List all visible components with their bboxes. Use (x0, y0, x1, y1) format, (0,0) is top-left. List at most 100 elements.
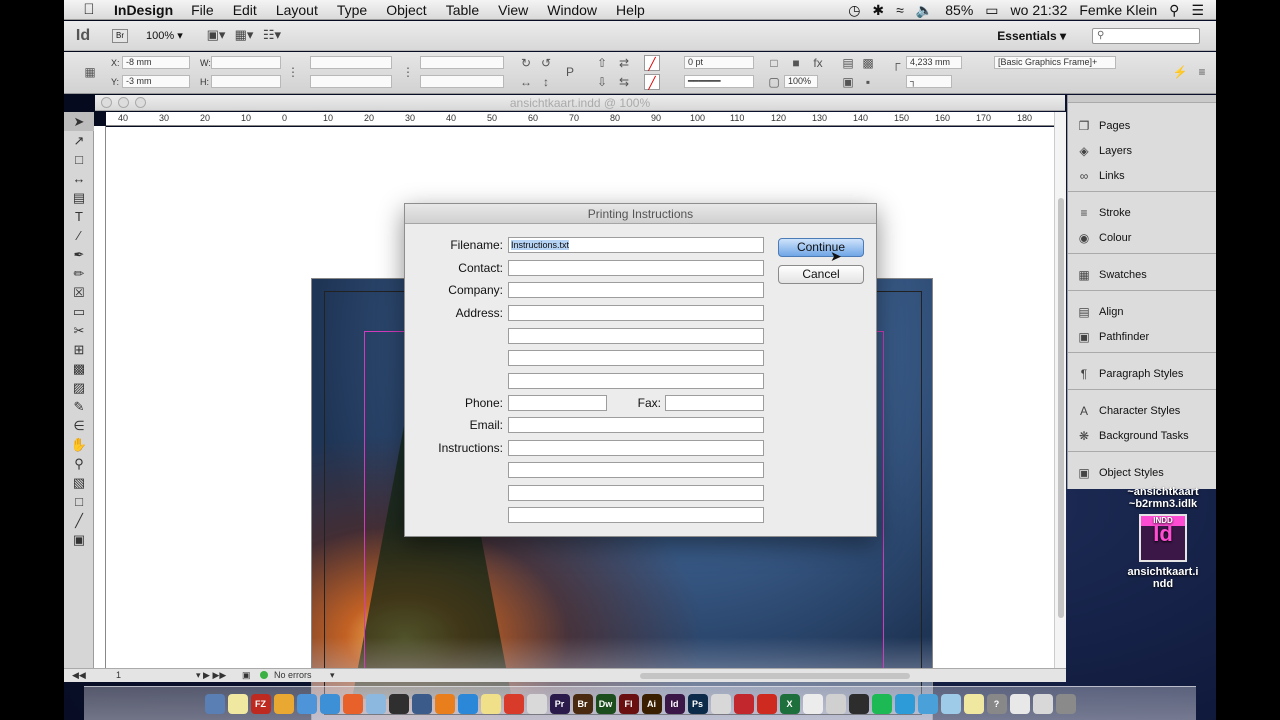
help-search-input[interactable]: ⚲ (1092, 27, 1200, 44)
height-field[interactable] (211, 75, 281, 88)
menu-view[interactable]: View (498, 2, 528, 18)
dock-app-icon[interactable] (273, 693, 294, 714)
continue-button[interactable]: Continue (778, 238, 864, 257)
scale-y-field[interactable] (310, 75, 392, 88)
page-number-field[interactable]: 1 (116, 670, 121, 680)
instructions-field-4[interactable] (508, 507, 764, 523)
gradient-swatch-tool-icon[interactable]: ▩ (64, 359, 94, 378)
hand-tool-icon[interactable]: ✋ (64, 435, 94, 454)
preflight-menu-arrow[interactable]: ▾ (330, 670, 335, 681)
company-field[interactable] (508, 282, 764, 298)
dock-app-icon[interactable]: Ps (687, 693, 708, 714)
dock-app-icon[interactable]: Pr (549, 693, 570, 714)
menu-app-name[interactable]: InDesign (114, 2, 173, 18)
quick-apply-icon[interactable]: ⚡ (1172, 64, 1188, 80)
email-field[interactable] (508, 417, 764, 433)
free-transform-tool-icon[interactable]: ⊞ (64, 340, 94, 359)
dock-app-icon[interactable] (825, 693, 846, 714)
menu-window[interactable]: Window (547, 2, 597, 18)
dock-app-icon[interactable] (457, 693, 478, 714)
panel-pathfinder[interactable]: ▣ Pathfinder (1068, 326, 1216, 348)
first-page-button[interactable]: ◀◀ (72, 670, 86, 681)
rectangle-frame-tool-icon[interactable]: ☒ (64, 283, 94, 302)
drop-shadow-icon[interactable]: □ (766, 55, 782, 71)
stroke-weight-field[interactable]: 0 pt (684, 56, 754, 69)
dock-app-icon[interactable]: FZ (250, 693, 271, 714)
select-container-icon[interactable]: ⇧ (594, 55, 610, 71)
dock-app-icon[interactable] (894, 693, 915, 714)
dock-app-icon[interactable]: Ai (641, 693, 662, 714)
stroke-type-select[interactable]: ━━━━━━ (684, 75, 754, 88)
text-wrap-bounding-icon[interactable]: ▩ (860, 55, 876, 71)
fill-swatch-icon[interactable]: ╱ (644, 55, 660, 71)
vertical-ruler[interactable] (94, 126, 106, 668)
panel-character-styles[interactable]: A Character Styles (1068, 400, 1216, 422)
panel-layers[interactable]: ◈ Layers (1068, 140, 1216, 162)
preflight-status[interactable]: No errors (274, 670, 312, 680)
flip-horizontal-icon[interactable]: ↔ (518, 74, 534, 90)
object-style-select[interactable]: [Basic Graphics Frame]+ (994, 56, 1116, 69)
select-next-icon[interactable]: ⇆ (616, 74, 632, 90)
zoom-level-select[interactable]: 100% ▾ (146, 29, 202, 42)
dock-app-icon[interactable]: Fl (618, 693, 639, 714)
gap-tool-icon[interactable]: ↔ (64, 169, 94, 188)
time-machine-icon[interactable]: ◷ (848, 2, 860, 19)
indd-file-icon[interactable]: INDD Id (1139, 514, 1187, 562)
panel-background-tasks[interactable]: ❋ Background Tasks (1068, 425, 1216, 447)
scrollbar-thumb[interactable] (1058, 198, 1064, 618)
panel-menu-icon[interactable]: ≡ (1194, 64, 1210, 80)
fit-frame-icon[interactable]: ▪ (860, 74, 876, 90)
corner-shape-select[interactable]: ┐ (906, 75, 952, 88)
instructions-field-1[interactable] (508, 440, 764, 456)
shear-angle-field[interactable] (420, 75, 504, 88)
open-page-icon[interactable]: ▣ (242, 670, 251, 681)
select-previous-icon[interactable]: ⇄ (616, 55, 632, 71)
dock-app-icon[interactable] (848, 693, 869, 714)
menu-table[interactable]: Table (446, 2, 479, 18)
vertical-scrollbar[interactable] (1054, 112, 1066, 668)
battery-percent[interactable]: 85% (945, 2, 973, 18)
dock-app-icon[interactable]: Br (572, 693, 593, 714)
screen-mode-icon[interactable]: ▣ (64, 530, 94, 549)
line-tool-icon[interactable]: ∕ (64, 226, 94, 245)
dock-app-icon[interactable] (802, 693, 823, 714)
horizontal-ruler[interactable]: 40 30 20 10 0 10 20 30 40 50 60 70 80 90… (106, 112, 1054, 126)
dock-app-icon[interactable] (963, 693, 984, 714)
phone-field[interactable] (508, 395, 607, 411)
scale-x-field[interactable] (310, 56, 392, 69)
y-position-field[interactable]: -3 mm (122, 75, 190, 88)
dock-app-icon[interactable]: Dw (595, 693, 616, 714)
workspace-switcher[interactable]: Essentials ▾ (997, 29, 1066, 43)
content-collector-tool-icon[interactable]: ▤ (64, 188, 94, 207)
dock-app-icon[interactable] (756, 693, 777, 714)
menu-clock[interactable]: wo 21:32 (1011, 2, 1068, 18)
apple-icon[interactable]:  (64, 1, 114, 18)
corner-size-field[interactable]: 4,233 mm (906, 56, 962, 69)
page-select-arrow[interactable]: ▾ ▶ ▶▶ (196, 670, 226, 681)
dock-app-icon[interactable]: ? (986, 693, 1007, 714)
address-field-1[interactable] (508, 305, 764, 321)
address-field-4[interactable] (508, 373, 764, 389)
arrange-documents-button[interactable]: ☷▾ (258, 27, 286, 45)
scissors-tool-icon[interactable]: ✂ (64, 321, 94, 340)
zoom-window-button[interactable] (135, 97, 146, 108)
width-field[interactable] (211, 56, 281, 69)
dock-app-icon[interactable] (319, 693, 340, 714)
instructions-field-3[interactable] (508, 485, 764, 501)
dock-app-icon[interactable] (204, 693, 225, 714)
menu-file[interactable]: File (191, 2, 214, 18)
bluetooth-icon[interactable]: ✱ (872, 2, 884, 19)
constrain-proportions-icon[interactable]: ⋮ (285, 64, 301, 80)
dock-app-icon[interactable] (342, 693, 363, 714)
opacity-field[interactable]: 100% (784, 75, 818, 88)
screen-mode-button[interactable]: ▦▾ (230, 27, 258, 45)
menu-type[interactable]: Type (337, 2, 367, 18)
wifi-icon[interactable]: ≈ (896, 2, 904, 18)
bridge-button[interactable]: Br (112, 28, 128, 43)
panel-colour[interactable]: ◉ Colour (1068, 227, 1216, 249)
text-wrap-none-icon[interactable]: ▤ (840, 55, 856, 71)
horizontal-scrollbar-thumb[interactable] (640, 673, 910, 679)
dock-app-icon[interactable] (1009, 693, 1030, 714)
dock-app-icon[interactable] (434, 693, 455, 714)
dock-app-icon[interactable] (526, 693, 547, 714)
